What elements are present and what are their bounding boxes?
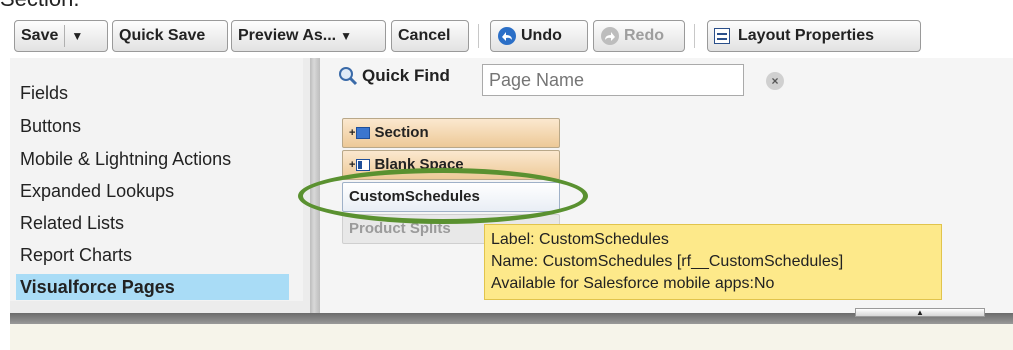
cancel-label: Cancel <box>398 27 451 44</box>
field-tooltip: Label: CustomSchedules Name: CustomSched… <box>484 224 942 300</box>
redo-label: Redo <box>624 27 664 44</box>
redo-icon <box>601 27 619 45</box>
tooltip-mobile-line: Available for Salesforce mobile apps:No <box>491 275 775 292</box>
tooltip-label-line: Label: CustomSchedules <box>491 231 669 248</box>
palette-item-customschedules[interactable]: CustomSchedules <box>342 182 560 212</box>
category-related-lists[interactable]: Related Lists <box>16 210 276 236</box>
layout-properties-icon <box>714 28 730 44</box>
button-divider <box>64 25 66 47</box>
page-header-fragment: Section. <box>0 0 80 12</box>
save-label: Save <box>21 27 59 44</box>
quick-find-label: Quick Find <box>362 66 450 85</box>
category-list: Fields Buttons Mobile & Lightning Action… <box>10 58 303 301</box>
quick-save-button[interactable]: Quick Save <box>112 20 228 52</box>
palette-item-label: CustomSchedules <box>349 188 480 205</box>
tooltip-name-line: Name: CustomSchedules [rf__CustomSchedul… <box>491 253 844 270</box>
preview-as-button[interactable]: Preview As... ▼ <box>231 20 386 52</box>
preview-as-label: Preview As... <box>238 27 337 44</box>
redo-button[interactable]: Redo <box>593 20 685 52</box>
category-report-charts[interactable]: Report Charts <box>16 242 276 268</box>
category-visualforce-pages[interactable]: Visualforce Pages <box>16 274 289 300</box>
toolbar-separator <box>694 24 695 48</box>
category-mobile-lightning-actions[interactable]: Mobile & Lightning Actions <box>16 146 276 172</box>
quick-find-label-group: Quick Find <box>338 66 450 86</box>
category-expanded-lookups[interactable]: Expanded Lookups <box>16 178 276 204</box>
quick-save-label: Quick Save <box>119 27 206 44</box>
layout-properties-button[interactable]: Layout Properties <box>707 20 921 52</box>
quick-find-input[interactable] <box>482 64 744 96</box>
category-buttons[interactable]: Buttons <box>16 113 276 139</box>
clear-icon[interactable]: × <box>766 72 784 90</box>
palette-item-section[interactable]: + Section <box>342 118 560 148</box>
undo-icon <box>498 27 516 45</box>
toolbar-separator <box>478 24 479 48</box>
toolbar: Save ▼ Quick Save Preview As... ▼ Cancel… <box>0 12 1013 58</box>
magnifier-icon <box>339 67 358 86</box>
save-button[interactable]: Save ▼ <box>14 20 108 52</box>
palette-item-label: Blank Space <box>374 156 464 173</box>
cancel-button[interactable]: Cancel <box>391 20 469 52</box>
preview-dropdown-arrow-icon: ▼ <box>340 29 353 43</box>
category-fields[interactable]: Fields <box>16 80 276 106</box>
chevron-up-icon: ▲ <box>916 308 924 317</box>
panel-divider[interactable] <box>310 58 320 313</box>
undo-label: Undo <box>521 27 562 44</box>
undo-button[interactable]: Undo <box>490 20 588 52</box>
blank-space-icon <box>356 159 371 171</box>
drag-arrow-icon: + <box>349 127 356 139</box>
palette-item-blank-space[interactable]: + Blank Space <box>342 150 560 180</box>
palette-item-label: Product Splits <box>349 220 451 237</box>
layout-canvas-area <box>10 324 1013 350</box>
collapse-handle[interactable]: ▲ <box>855 308 985 317</box>
drag-arrow-icon: + <box>349 159 356 171</box>
palette-item-label: Section <box>374 124 429 141</box>
layout-properties-label: Layout Properties <box>738 27 875 44</box>
save-dropdown-arrow-icon[interactable]: ▼ <box>71 29 83 43</box>
section-icon <box>356 127 371 139</box>
